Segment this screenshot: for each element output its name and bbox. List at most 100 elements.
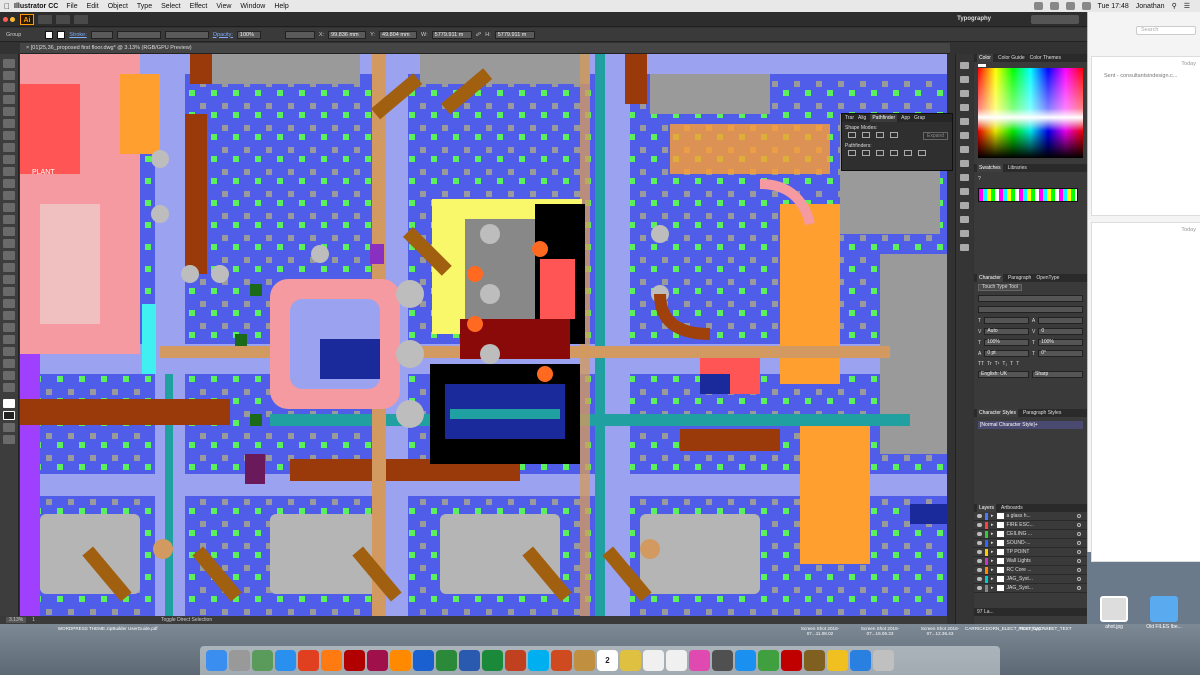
launchpad-icon[interactable] (229, 650, 250, 671)
textedit-icon[interactable] (666, 650, 687, 671)
font-style-field[interactable] (978, 306, 1083, 313)
archive-icon[interactable] (574, 650, 595, 671)
excel-icon[interactable] (482, 650, 503, 671)
layer-row[interactable]: ▸ CEILING ... (974, 530, 1087, 539)
artboard-number[interactable]: 1 (32, 617, 35, 623)
layer-row[interactable]: ▸ a glass h... (974, 512, 1087, 521)
symbols-icon[interactable] (960, 90, 969, 97)
width-field[interactable]: 5779.911 m (431, 30, 472, 39)
expand-arrow-icon[interactable]: ▸ (991, 531, 994, 537)
layer-target-icon[interactable] (1077, 550, 1081, 554)
visibility-eye-icon[interactable] (977, 568, 982, 572)
acrobat-icon[interactable] (344, 650, 365, 671)
style-field[interactable] (284, 30, 315, 39)
opacity-field[interactable]: 100% (236, 30, 261, 39)
pencil-tool-icon[interactable] (3, 179, 15, 188)
layer-row[interactable]: ▸ JAG_Syst... (974, 584, 1087, 593)
font-family-field[interactable] (978, 295, 1083, 302)
stickies-icon[interactable] (804, 650, 825, 671)
appearance-icon[interactable] (960, 146, 969, 153)
x-field[interactable]: 99.836 mm (328, 30, 367, 39)
cyberduck-icon[interactable] (827, 650, 848, 671)
dictionary-icon[interactable] (712, 650, 733, 671)
constrain-icon[interactable]: ☍ (476, 32, 482, 38)
menu-edit[interactable]: Edit (87, 3, 99, 10)
visibility-eye-icon[interactable] (977, 532, 982, 536)
merge-icon[interactable] (876, 150, 884, 156)
layer-target-icon[interactable] (1077, 514, 1081, 518)
layer-target-icon[interactable] (1077, 586, 1081, 590)
artboard-tool-icon[interactable] (3, 347, 15, 356)
small-caps-icon[interactable]: Tr (987, 361, 992, 367)
tab-character[interactable]: Character (977, 274, 1003, 282)
arrange-documents-icon[interactable] (56, 14, 70, 24)
exclude-icon[interactable] (890, 132, 898, 138)
expand-arrow-icon[interactable]: ▸ (991, 558, 994, 564)
visibility-eye-icon[interactable] (977, 577, 982, 581)
screen-mode-icon[interactable] (3, 435, 15, 444)
stroke-panel-icon[interactable] (960, 104, 969, 111)
slice-tool-icon[interactable] (3, 359, 15, 368)
menu-object[interactable]: Object (108, 3, 128, 10)
apple-icon[interactable]:  (0, 2, 14, 11)
visibility-eye-icon[interactable] (977, 541, 982, 545)
fill-stroke-indicator[interactable] (978, 64, 986, 67)
color-spectrum[interactable] (978, 68, 1083, 158)
superscript-icon[interactable]: T¹ (995, 361, 1000, 367)
visibility-eye-icon[interactable] (977, 586, 982, 590)
tab-transform[interactable]: Trar (845, 114, 854, 122)
curvature-tool-icon[interactable] (3, 119, 15, 128)
graphic-styles-icon[interactable] (960, 160, 969, 167)
leading-field[interactable] (1038, 317, 1083, 324)
mail-search-input[interactable]: Search (1136, 26, 1196, 35)
spotlight-icon[interactable]: ⚲ (1172, 2, 1177, 10)
gradient-tool-icon[interactable] (3, 287, 15, 296)
menubar-user[interactable]: Jonathan (1136, 3, 1165, 10)
tab-character-styles[interactable]: Character Styles (977, 409, 1018, 417)
tab-appearance[interactable]: App (901, 114, 910, 122)
tab-graphic-styles[interactable]: Grap (914, 114, 925, 122)
graph-tool-icon[interactable] (3, 335, 15, 344)
layer-name[interactable]: JAG_Syst... (1007, 576, 1033, 582)
trash-icon[interactable] (873, 650, 894, 671)
powerpoint-icon[interactable] (505, 650, 526, 671)
pathfinder-icon[interactable] (960, 202, 969, 209)
touch-type-tool-button[interactable]: Touch Type Tool (978, 284, 1022, 291)
y-field[interactable]: 49.804 mm (379, 30, 418, 39)
blend-tool-icon[interactable] (3, 311, 15, 320)
menu-effect[interactable]: Effect (190, 3, 208, 10)
layer-target-icon[interactable] (1077, 568, 1081, 572)
app-store-icon[interactable] (735, 650, 756, 671)
layer-row[interactable]: ▸ SOUND-... (974, 539, 1087, 548)
vertical-scale-field[interactable]: 100% (984, 339, 1029, 346)
reminders-icon[interactable] (643, 650, 664, 671)
variable-width-field[interactable] (116, 30, 161, 39)
expand-arrow-icon[interactable]: ▸ (991, 567, 994, 573)
gpu-performance-icon[interactable] (74, 14, 88, 24)
horizontal-scale-field[interactable]: 100% (1038, 339, 1083, 346)
perspective-grid-tool-icon[interactable] (3, 263, 15, 272)
layer-name[interactable]: SOUND-... (1007, 540, 1031, 546)
eyedropper-tool-icon[interactable] (3, 299, 15, 308)
info-icon[interactable] (960, 230, 969, 237)
tracking-field[interactable]: 0 (1038, 328, 1083, 335)
filezilla-icon[interactable] (781, 650, 802, 671)
word-icon[interactable] (459, 650, 480, 671)
lasso-tool-icon[interactable] (3, 95, 15, 104)
layer-target-icon[interactable] (1077, 532, 1081, 536)
tab-pathfinder[interactable]: Pathfinder (870, 114, 898, 122)
expand-arrow-icon[interactable]: ▸ (991, 540, 994, 546)
stroke-swatch[interactable] (57, 30, 66, 39)
folder-icon[interactable] (1150, 596, 1178, 622)
language-select[interactable]: English: UK (978, 371, 1029, 378)
tab-paragraph[interactable]: Paragraph (1008, 274, 1031, 282)
tab-swatches[interactable]: Swatches (977, 164, 1003, 172)
outline-icon[interactable] (904, 150, 912, 156)
volume-icon[interactable] (1065, 2, 1075, 10)
dreamweaver-icon[interactable] (436, 650, 457, 671)
type-tool-icon[interactable] (3, 131, 15, 140)
shape-builder-tool-icon[interactable] (3, 251, 15, 260)
indesign-icon[interactable] (367, 650, 388, 671)
fill-color-icon[interactable] (3, 399, 15, 408)
brush-definition-field[interactable] (164, 30, 209, 39)
